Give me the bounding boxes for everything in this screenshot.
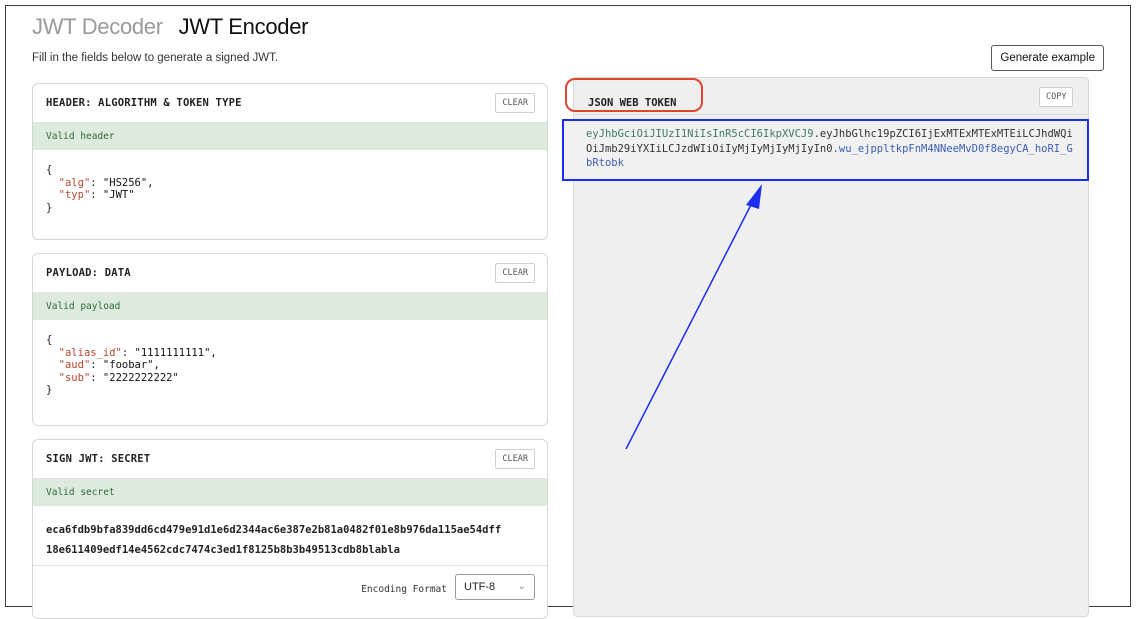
- json-key: "aud": [58, 359, 91, 371]
- secret-status: Valid secret: [33, 479, 547, 506]
- tab-jwt-decoder[interactable]: JWT Decoder: [32, 14, 163, 39]
- secret-panel-title: SIGN JWT: SECRET: [46, 453, 151, 465]
- json-brace: }: [46, 384, 53, 396]
- json-key: "alias_id": [58, 346, 122, 359]
- payload-panel: PAYLOAD: DATA CLEAR Valid payload { "ali…: [32, 253, 548, 426]
- header-clear-button[interactable]: CLEAR: [495, 93, 535, 113]
- encoding-format-label: Encoding Format: [361, 584, 447, 595]
- jwt-panel-divider: [574, 114, 1088, 115]
- json-brace: }: [46, 201, 53, 214]
- json-value: "HS256",: [102, 176, 154, 189]
- secret-panel: SIGN JWT: SECRET CLEAR Valid secret eca6…: [32, 439, 548, 619]
- payload-clear-button[interactable]: CLEAR: [495, 263, 535, 283]
- secret-line: 18e611409edf14e4562cdc7474c3ed1f8125b8b3…: [46, 544, 401, 556]
- header-panel-title: HEADER: ALGORITHM & TOKEN TYPE: [46, 97, 242, 109]
- payload-status: Valid payload: [33, 293, 547, 320]
- header-panel: HEADER: ALGORITHM & TOKEN TYPE CLEAR Val…: [32, 83, 548, 240]
- json-key: "alg": [58, 176, 91, 189]
- json-value: "JWT": [102, 189, 135, 201]
- json-brace: {: [46, 164, 53, 176]
- token-header-segment: eyJhbGciOiJIUzI1NiIsInR5cCI6IkpXVCJ9: [586, 128, 814, 140]
- encoding-format-select[interactable]: UTF-8 ⌄: [455, 574, 535, 600]
- payload-panel-title: PAYLOAD: DATA: [46, 267, 131, 279]
- title-highlight-ring: [565, 78, 703, 112]
- page-subtitle: Fill in the fields below to generate a s…: [32, 52, 279, 64]
- secret-clear-button[interactable]: CLEAR: [495, 449, 535, 469]
- json-value: "2222222222": [102, 371, 179, 384]
- secret-panel-head: SIGN JWT: SECRET CLEAR: [33, 440, 547, 479]
- payload-panel-head: PAYLOAD: DATA CLEAR: [33, 254, 547, 293]
- secret-line: eca6fdb9bfa839dd6cd479e91d1e6d2344ac6e38…: [46, 524, 502, 536]
- json-value: "foobar",: [102, 359, 160, 371]
- tab-jwt-encoder[interactable]: JWT Encoder: [179, 14, 309, 39]
- json-key: "typ": [58, 189, 91, 201]
- json-key: "sub": [58, 371, 91, 384]
- encoding-format-value: UTF-8: [464, 581, 496, 593]
- payload-json-editor[interactable]: { "alias_id": "1111111111", "aud": "foob…: [33, 320, 547, 397]
- chevron-down-icon: ⌄: [517, 581, 526, 592]
- generate-example-button[interactable]: Generate example: [991, 45, 1104, 71]
- jwt-token-output[interactable]: eyJhbGciOiJIUzI1NiIsInR5cCI6IkpXVCJ9.eyJ…: [586, 127, 1076, 171]
- top-nav: JWT Decoder JWT Encoder: [32, 14, 308, 40]
- encoding-row: Encoding Format UTF-8 ⌄: [33, 565, 547, 606]
- header-status: Valid header: [33, 123, 547, 150]
- secret-input[interactable]: eca6fdb9bfa839dd6cd479e91d1e6d2344ac6e38…: [33, 506, 547, 560]
- json-value: "1111111111",: [134, 346, 217, 359]
- header-panel-head: HEADER: ALGORITHM & TOKEN TYPE CLEAR: [33, 84, 547, 123]
- copy-button[interactable]: COPY: [1039, 87, 1074, 107]
- header-json-editor[interactable]: { "alg": "HS256", "typ": "JWT" }: [33, 150, 547, 214]
- json-brace: {: [46, 334, 53, 346]
